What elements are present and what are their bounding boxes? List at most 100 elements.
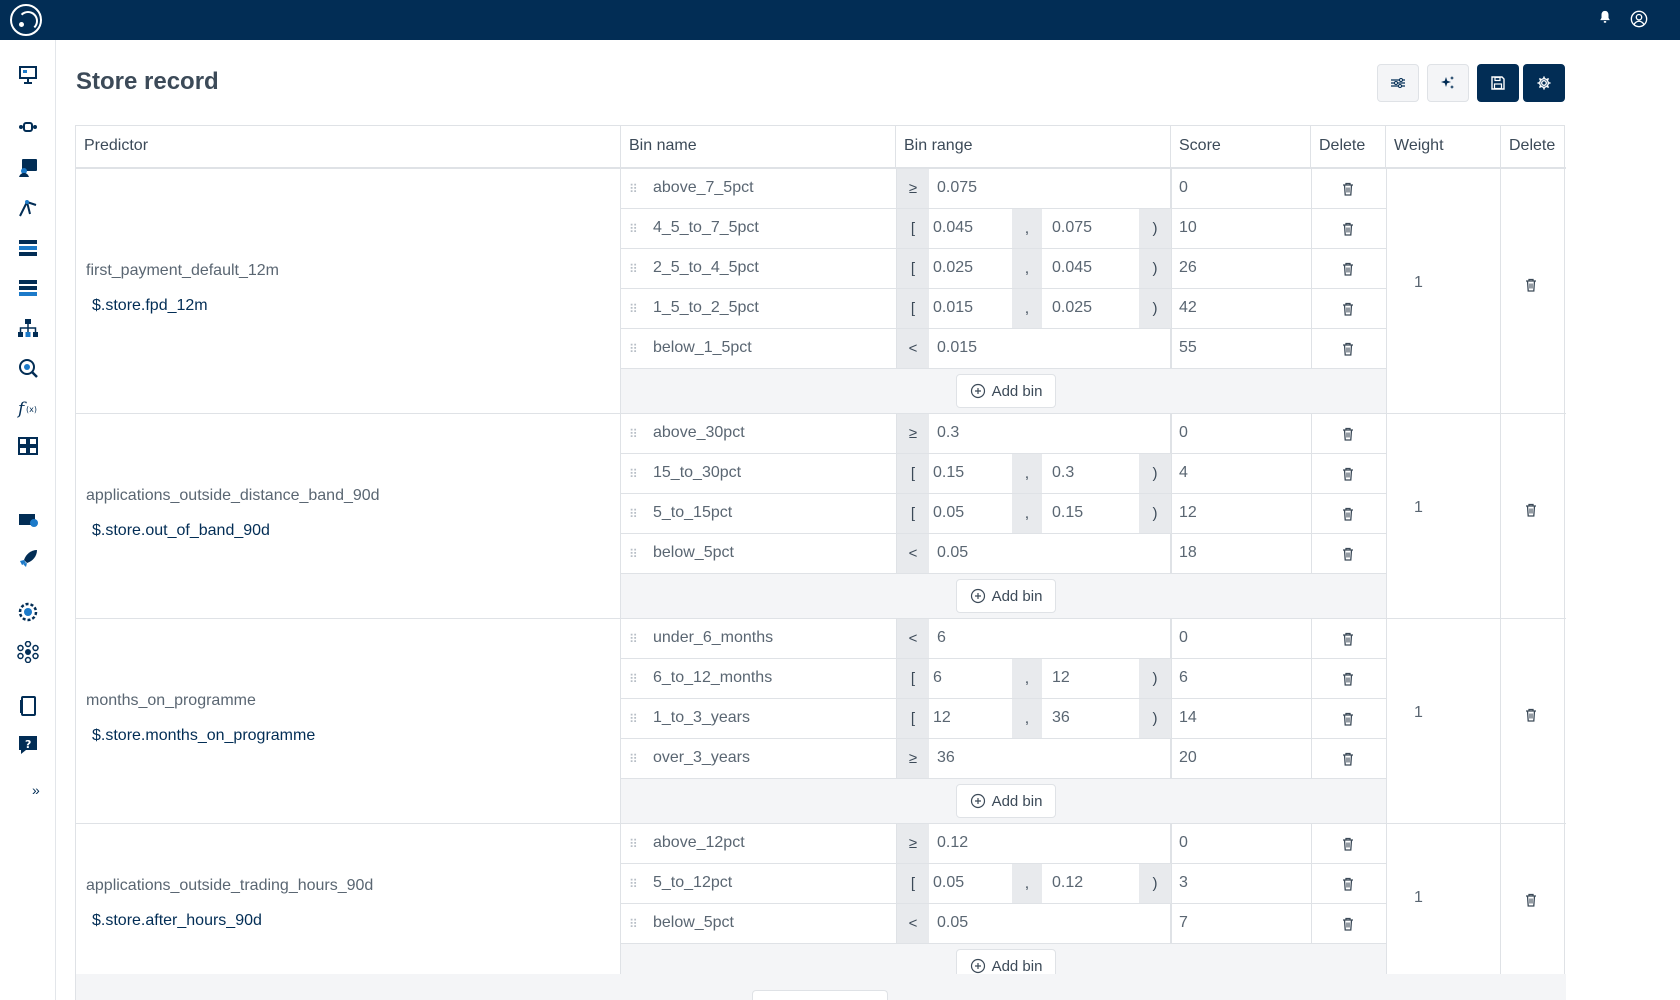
data-list-icon[interactable]	[16, 276, 40, 300]
auto-generate-button[interactable]	[1427, 64, 1469, 102]
bin-name-input[interactable]: 5_to_15pct	[653, 504, 732, 522]
grid-layout-icon[interactable]	[16, 434, 40, 458]
range-lower-input[interactable]: 6	[933, 669, 942, 687]
range-upper-input[interactable]: 0.045	[1052, 259, 1092, 277]
bin-name-input[interactable]: above_30pct	[653, 424, 745, 442]
record-card-icon[interactable]	[16, 155, 40, 179]
delete-bin-icon[interactable]	[1340, 221, 1356, 237]
score-input[interactable]: 12	[1179, 504, 1197, 522]
score-input[interactable]: 4	[1179, 464, 1188, 482]
score-input[interactable]: 0	[1179, 629, 1188, 647]
range-value-input[interactable]: 36	[937, 749, 955, 767]
monitor-globe-icon[interactable]	[16, 600, 40, 624]
range-lower-input[interactable]: 0.015	[933, 299, 973, 317]
delete-bin-icon[interactable]	[1340, 876, 1356, 892]
score-input[interactable]: 18	[1179, 544, 1197, 562]
score-input[interactable]: 10	[1179, 219, 1197, 237]
drag-handle-icon[interactable]: ⠿	[629, 301, 638, 317]
range-value-input[interactable]: 0.075	[937, 179, 977, 197]
weight-input[interactable]: 1	[1414, 889, 1423, 907]
delete-bin-icon[interactable]	[1340, 426, 1356, 442]
bin-name-input[interactable]: below_5pct	[653, 544, 734, 562]
range-upper-input[interactable]: 0.025	[1052, 299, 1092, 317]
score-input[interactable]: 55	[1179, 339, 1197, 357]
bin-name-input[interactable]: 1_to_3_years	[653, 709, 750, 727]
range-value-input[interactable]: 0.015	[937, 339, 977, 357]
bin-name-input[interactable]: 4_5_to_7_5pct	[653, 219, 759, 237]
range-lower-input[interactable]: 0.05	[933, 504, 964, 522]
help-icon[interactable]: ?	[16, 733, 40, 757]
range-lower-input[interactable]: 0.05	[933, 874, 964, 892]
drag-handle-icon[interactable]: ⠿	[629, 466, 638, 482]
delete-bin-icon[interactable]	[1340, 671, 1356, 687]
document-icon[interactable]	[16, 694, 40, 718]
decision-tree-icon[interactable]	[16, 196, 40, 220]
bin-name-input[interactable]: under_6_months	[653, 629, 773, 647]
add-bin-button[interactable]: Add bin	[956, 374, 1056, 408]
add-bin-button[interactable]: Add bin	[956, 579, 1056, 613]
score-input[interactable]: 0	[1179, 424, 1188, 442]
range-value-input[interactable]: 0.3	[937, 424, 959, 442]
drag-handle-icon[interactable]: ⠿	[629, 631, 638, 647]
range-upper-input[interactable]: 12	[1052, 669, 1070, 687]
bin-name-input[interactable]: below_5pct	[653, 914, 734, 932]
range-value-input[interactable]: 0.05	[937, 914, 968, 932]
range-lower-input[interactable]: 0.15	[933, 464, 964, 482]
bin-name-input[interactable]: 1_5_to_2_5pct	[653, 299, 759, 317]
range-lower-input[interactable]: 0.025	[933, 259, 973, 277]
bin-name-input[interactable]: above_7_5pct	[653, 179, 754, 197]
weight-input[interactable]: 1	[1414, 704, 1423, 722]
delete-bin-icon[interactable]	[1340, 301, 1356, 317]
drag-handle-icon[interactable]: ⠿	[629, 836, 638, 852]
user-account-icon[interactable]	[1629, 10, 1649, 30]
score-input[interactable]: 6	[1179, 669, 1188, 687]
predictor-path[interactable]: $.store.out_of_band_90d	[92, 522, 270, 540]
app-logo-icon[interactable]	[10, 4, 42, 36]
function-icon[interactable]: f (x)	[16, 396, 40, 420]
analytics-search-icon[interactable]	[16, 356, 40, 380]
range-upper-input[interactable]: 0.3	[1052, 464, 1074, 482]
rocket-icon[interactable]	[16, 547, 40, 571]
hierarchy-icon[interactable]	[16, 316, 40, 340]
weight-input[interactable]: 1	[1414, 499, 1423, 517]
delete-predictor-icon[interactable]	[1523, 892, 1539, 908]
predictor-path[interactable]: $.store.fpd_12m	[92, 297, 208, 315]
delete-bin-icon[interactable]	[1340, 711, 1356, 727]
bin-name-input[interactable]: over_3_years	[653, 749, 750, 767]
pipeline-icon[interactable]	[16, 115, 40, 139]
delete-bin-icon[interactable]	[1340, 506, 1356, 522]
sliders-button[interactable]	[1377, 64, 1419, 102]
dashboard-icon[interactable]	[16, 63, 40, 87]
range-value-input[interactable]: 0.05	[937, 544, 968, 562]
deploy-box-icon[interactable]	[16, 507, 40, 531]
delete-bin-icon[interactable]	[1340, 341, 1356, 357]
drag-handle-icon[interactable]: ⠿	[629, 916, 638, 932]
expand-sidebar-icon[interactable]: »	[32, 782, 40, 798]
drag-handle-icon[interactable]: ⠿	[629, 221, 638, 237]
score-input[interactable]: 20	[1179, 749, 1197, 767]
drag-handle-icon[interactable]: ⠿	[629, 426, 638, 442]
bin-name-input[interactable]: 2_5_to_4_5pct	[653, 259, 759, 277]
bin-name-input[interactable]: 6_to_12_months	[653, 669, 772, 687]
settings-button[interactable]	[1523, 64, 1565, 102]
score-input[interactable]: 14	[1179, 709, 1197, 727]
score-input[interactable]: 3	[1179, 874, 1188, 892]
drag-handle-icon[interactable]: ⠿	[629, 711, 638, 727]
bin-name-input[interactable]: below_1_5pct	[653, 339, 752, 357]
data-table-icon[interactable]	[16, 236, 40, 260]
delete-bin-icon[interactable]	[1340, 751, 1356, 767]
save-button[interactable]	[1477, 64, 1519, 102]
predictor-path[interactable]: $.store.after_hours_90d	[92, 912, 262, 930]
drag-handle-icon[interactable]: ⠿	[629, 751, 638, 767]
range-lower-input[interactable]: 0.045	[933, 219, 973, 237]
bell-icon[interactable]	[1595, 10, 1615, 30]
range-value-input[interactable]: 6	[937, 629, 946, 647]
delete-bin-icon[interactable]	[1340, 916, 1356, 932]
drag-handle-icon[interactable]: ⠿	[629, 546, 638, 562]
drag-handle-icon[interactable]: ⠿	[629, 181, 638, 197]
score-input[interactable]: 26	[1179, 259, 1197, 277]
score-input[interactable]: 0	[1179, 179, 1188, 197]
delete-predictor-icon[interactable]	[1523, 502, 1539, 518]
delete-predictor-icon[interactable]	[1523, 707, 1539, 723]
drag-handle-icon[interactable]: ⠿	[629, 341, 638, 357]
